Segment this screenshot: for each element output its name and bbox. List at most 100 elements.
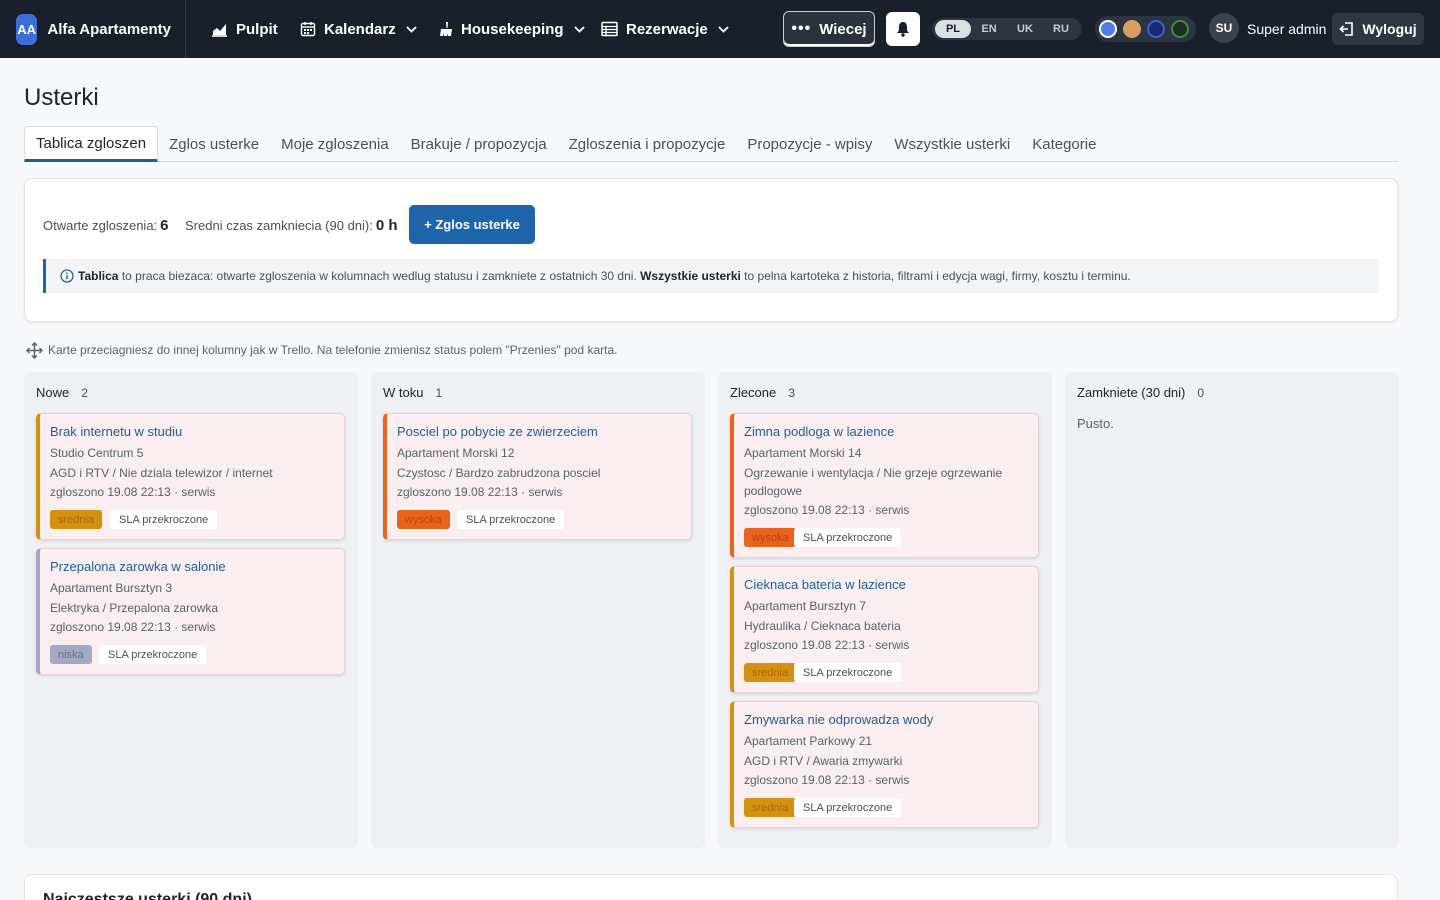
open-reports-value: 6: [160, 217, 169, 234]
issue-title-link[interactable]: Zimna podloga w lazience: [744, 424, 894, 439]
column-zlecone[interactable]: Zlecone 3 Zimna podloga w lazience Apart…: [718, 372, 1052, 848]
issue-location: Apartament Morski 12: [397, 446, 515, 460]
issue-reported: zgloszono 19.08 22:13 · serwis: [397, 485, 563, 499]
tab-moje-zgloszenia[interactable]: Moje zgloszenia: [270, 126, 400, 162]
nav-rezerwacje[interactable]: Rezerwacje: [601, 0, 729, 58]
chart-icon: [212, 23, 227, 37]
theme-green[interactable]: [1171, 20, 1189, 38]
issue-card[interactable]: Zimna podloga w lazience Apartament Mors…: [730, 413, 1039, 558]
drag-hint: Karte przeciagniesz do innej kolumny jak…: [26, 341, 617, 359]
move-icon: [26, 341, 43, 359]
issue-category: Hydraulika / Cieknaca bateria: [744, 619, 901, 633]
column-zamkniete[interactable]: Zamkniete (30 dni) 0 Pusto.: [1065, 372, 1399, 848]
info-box: Tablica to praca biezaca: otwarte zglosz…: [43, 259, 1379, 293]
issue-reported: zgloszono 19.08 22:13 · serwis: [50, 620, 216, 634]
top-issues-title: Najczestsze usterki (90 dni): [43, 891, 252, 900]
brand-logo: AA: [16, 13, 38, 45]
issue-card[interactable]: Posciel po pobycie ze zwierzeciem Aparta…: [383, 413, 692, 540]
issue-location: Studio Centrum 5: [50, 446, 144, 460]
priority-badge: srednia: [744, 798, 797, 817]
nav-rezerwacje-label: Rezerwacje: [626, 20, 708, 38]
tab-bar: Tablica zgloszen Zglos usterke Moje zglo…: [24, 126, 1398, 162]
column-title: Zamkniete (30 dni): [1077, 385, 1186, 400]
tab-tablica-zgloszen[interactable]: Tablica zgloszen: [24, 126, 159, 162]
bell-icon: [897, 22, 909, 37]
sla-badge: SLA przekroczone: [99, 645, 207, 664]
issue-card[interactable]: Brak internetu w studiu Studio Centrum 5…: [36, 413, 345, 540]
issue-location: Apartament Bursztyn 7: [744, 599, 867, 613]
open-reports-label: Otwarte zgloszenia:: [43, 218, 158, 233]
brand[interactable]: AA Alfa Apartamenty: [0, 0, 186, 58]
tab-brakuje-propozycja[interactable]: Brakuje / propozycja: [400, 126, 558, 162]
issue-card[interactable]: Cieknaca bateria w lazience Apartament B…: [730, 566, 1039, 693]
issue-reported: zgloszono 19.08 22:13 · serwis: [744, 773, 910, 787]
more-dots-icon: •••: [791, 20, 812, 37]
drag-hint-text: Karte przeciagniesz do innej kolumny jak…: [48, 343, 618, 357]
column-w-toku[interactable]: W toku 1 Posciel po pobycie ze zwierzeci…: [371, 372, 705, 848]
priority-badge: srednia: [744, 663, 797, 682]
theme-navy[interactable]: [1147, 20, 1165, 38]
theme-blue[interactable]: [1099, 20, 1117, 38]
sla-badge: SLA przekroczone: [110, 510, 218, 529]
tab-wszystkie-usterki[interactable]: Wszystkie usterki: [883, 126, 1021, 162]
column-nowe[interactable]: Nowe 2 Brak internetu w studiu Studio Ce…: [24, 372, 358, 848]
theme-sand[interactable]: [1123, 20, 1141, 38]
issue-category: Ogrzewanie i wentylacja / Nie grzeje ogr…: [744, 466, 1003, 480]
avg-close-time-value: 0 h: [375, 217, 398, 234]
issue-category: AGD i RTV / Awaria zmywarki: [744, 754, 903, 768]
issue-category: AGD i RTV / Nie dziala telewizor / inter…: [50, 466, 273, 480]
calendar-icon: [300, 22, 316, 37]
lang-pl[interactable]: PL: [935, 20, 971, 38]
more-button[interactable]: ••• Wiecej: [783, 11, 875, 47]
nav-housekeeping[interactable]: Housekeeping: [437, 0, 585, 58]
priority-badge: niska: [50, 645, 92, 664]
priority-badge: srednia: [50, 510, 103, 529]
avg-close-time-stat: Sredni czas zamkniecia (90 dni): 0 h: [185, 217, 398, 234]
issue-location: Apartament Morski 14: [744, 446, 862, 460]
column-title: Nowe: [36, 385, 70, 400]
column-header: Nowe 2: [36, 385, 88, 400]
column-count: 2: [81, 386, 88, 400]
sla-badge: SLA przekroczone: [794, 663, 902, 682]
top-issues-card: Najczestsze usterki (90 dni): [24, 874, 1398, 900]
issue-title-link[interactable]: Cieknaca bateria w lazience: [744, 577, 906, 592]
lang-uk[interactable]: UK: [1007, 20, 1043, 38]
priority-badge: wysoka: [744, 528, 797, 547]
tab-kategorie[interactable]: Kategorie: [1021, 126, 1107, 162]
nav-kalendarz-label: Kalendarz: [324, 20, 396, 38]
tab-zgloszenia-i-propozycje[interactable]: Zgloszenia i propozycje: [558, 126, 737, 162]
open-reports-stat: Otwarte zgloszenia: 6: [43, 217, 169, 234]
lang-ru[interactable]: RU: [1043, 20, 1079, 38]
logout-label: Wyloguj: [1362, 21, 1417, 37]
language-switcher: PL EN UK RU: [932, 18, 1082, 40]
logout-icon: [1339, 22, 1354, 36]
notifications-button[interactable]: [886, 12, 920, 46]
issue-title-link[interactable]: Zmywarka nie odprowadza wody: [744, 712, 933, 727]
issue-title-link[interactable]: Posciel po pobycie ze zwierzeciem: [397, 424, 598, 439]
issue-category: Czystosc / Bardzo zabrudzona posciel: [397, 466, 601, 480]
sla-badge: SLA przekroczone: [794, 798, 902, 817]
tab-zglos-usterke[interactable]: Zglos usterke: [158, 126, 270, 162]
column-header: Zlecone 3: [730, 385, 795, 400]
nav-pulpit-label: Pulpit: [236, 20, 278, 38]
issue-title-link[interactable]: Przepalona zarowka w salonie: [50, 559, 226, 574]
issue-location: Apartament Parkowy 21: [744, 734, 873, 748]
report-issue-button[interactable]: + Zglos usterke: [409, 205, 535, 244]
sla-badge: SLA przekroczone: [457, 510, 565, 529]
avatar[interactable]: SU: [1209, 13, 1239, 43]
issue-card[interactable]: Zmywarka nie odprowadza wody Apartament …: [730, 701, 1039, 828]
chevron-down-icon: [573, 25, 585, 33]
logout-button[interactable]: Wyloguj: [1332, 13, 1424, 45]
user-name: Super admin: [1247, 21, 1327, 37]
column-empty-text: Pusto.: [1077, 416, 1114, 431]
more-button-label: Wiecej: [819, 20, 867, 38]
issue-card[interactable]: Przepalona zarowka w salonie Apartament …: [36, 548, 345, 675]
nav-kalendarz[interactable]: Kalendarz: [300, 0, 417, 58]
issue-title-link[interactable]: Brak internetu w studiu: [50, 424, 182, 439]
nav-pulpit[interactable]: Pulpit: [211, 0, 278, 58]
lang-en[interactable]: EN: [971, 20, 1007, 38]
chevron-down-icon: [406, 25, 417, 33]
tab-propozycje-wpisy[interactable]: Propozycje - wpisy: [736, 126, 883, 162]
issue-category-cont: podlogowe: [744, 484, 803, 498]
avg-close-time-label: Sredni czas zamkniecia (90 dni):: [185, 218, 373, 233]
